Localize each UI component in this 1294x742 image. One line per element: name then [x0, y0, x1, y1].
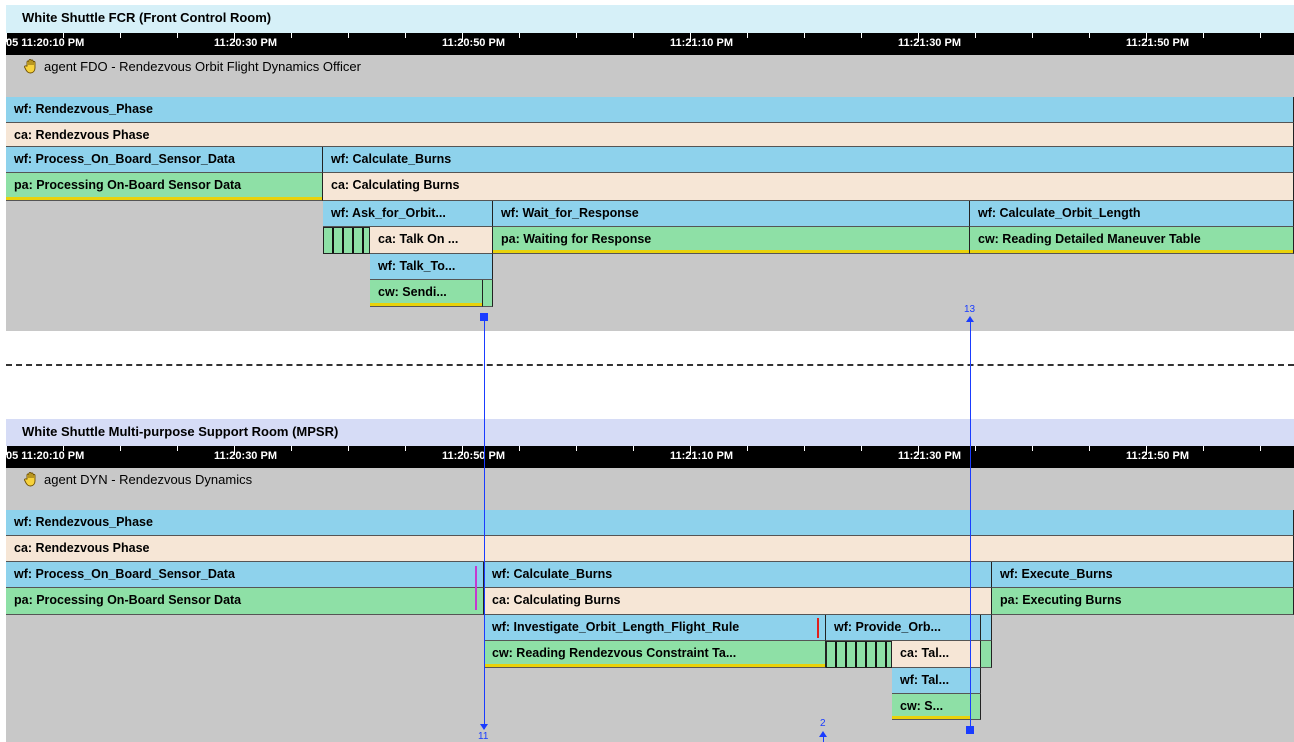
mpsr-tick-label: 11:21:50 PM — [1126, 450, 1189, 462]
fcr-ca-rendezvous-phase[interactable]: ca: Rendezvous Phase — [6, 123, 1294, 147]
mpsr-ca-calculating-burns[interactable]: ca: Calculating Burns — [484, 588, 992, 615]
fcr-communication-ticks — [323, 227, 370, 254]
mpsr-room-title: White Shuttle Multi-purpose Support Room… — [6, 419, 1294, 446]
mpsr-tick-label: 05 11:20:10 PM — [6, 450, 85, 462]
fcr-cw-sending[interactable]: cw: Sendi... — [370, 280, 483, 307]
mpsr-tick-label: 11:21:10 PM — [670, 450, 733, 462]
fcr-cw-sending-tail — [483, 280, 493, 307]
room-divider — [6, 364, 1294, 366]
fcr-wf-process-sensor[interactable]: wf: Process_On_Board_Sensor_Data — [6, 147, 323, 173]
comm-11-line[interactable] — [484, 317, 485, 729]
fcr-tick-label: 05 11:20:10 PM — [6, 37, 85, 49]
fcr-tick-label: 11:21:30 PM — [898, 37, 961, 49]
fcr-tick-label: 11:20:50 PM — [442, 37, 505, 49]
mpsr-ca-rendezvous-phase[interactable]: ca: Rendezvous Phase — [6, 536, 1294, 562]
fcr-room-title: White Shuttle FCR (Front Control Room) — [6, 5, 1294, 33]
fcr-wf-talk-to[interactable]: wf: Talk_To... — [370, 254, 493, 280]
comm-13-arrow — [966, 316, 974, 322]
mpsr-event-marker — [475, 566, 477, 610]
hand-icon — [24, 59, 36, 74]
fcr-agent-name: agent FDO - Rendezvous Orbit Flight Dyna… — [44, 58, 361, 74]
mpsr-wf-provide-tail — [981, 615, 992, 641]
fcr-tick-label: 11:21:10 PM — [670, 37, 733, 49]
fcr-tick-label: 11:20:30 PM — [214, 37, 277, 49]
mpsr-cw-send[interactable]: cw: S... — [892, 694, 971, 720]
mpsr-pa-processing-sensor[interactable]: pa: Processing On-Board Sensor Data — [6, 588, 484, 615]
fcr-agent-row[interactable]: agent FDO - Rendezvous Orbit Flight Dyna… — [6, 55, 906, 77]
mpsr-cw-send-tail — [971, 694, 981, 720]
fcr-ca-calculating-burns[interactable]: ca: Calculating Burns — [323, 173, 1294, 201]
fcr-cw-reading-maneuver-table[interactable]: cw: Reading Detailed Maneuver Table — [970, 227, 1294, 254]
fcr-tick-label: 11:21:50 PM — [1126, 37, 1189, 49]
mpsr-agent-name: agent DYN - Rendezvous Dynamics — [44, 471, 253, 487]
fcr-wf-calculate-orbit-length[interactable]: wf: Calculate_Orbit_Length — [970, 201, 1294, 227]
fcr-time-ruler[interactable]: 05 11:20:10 PM 11:20:30 PM 11:20:50 PM 1… — [6, 33, 1294, 55]
mpsr-agent-row[interactable]: agent DYN - Rendezvous Dynamics — [6, 468, 906, 490]
comm-13-line[interactable] — [970, 320, 971, 728]
mpsr-wf-calculate-burns[interactable]: wf: Calculate_Burns — [484, 562, 992, 588]
mpsr-tick-label: 11:20:30 PM — [214, 450, 277, 462]
fcr-pa-waiting-for-response[interactable]: pa: Waiting for Response — [493, 227, 970, 254]
fcr-wf-wait-for-response[interactable]: wf: Wait_for_Response — [493, 201, 970, 227]
mpsr-wf-rendezvous-phase[interactable]: wf: Rendezvous_Phase — [6, 510, 1294, 536]
fcr-pa-processing-sensor[interactable]: pa: Processing On-Board Sensor Data — [6, 173, 323, 201]
fcr-wf-ask-for-orbit[interactable]: wf: Ask_for_Orbit... — [323, 201, 493, 227]
mpsr-tick-label: 11:21:30 PM — [898, 450, 961, 462]
mpsr-pa-executing-burns[interactable]: pa: Executing Burns — [992, 588, 1294, 615]
fcr-wf-rendezvous-phase[interactable]: wf: Rendezvous_Phase — [6, 97, 1294, 123]
mpsr-wf-execute-burns[interactable]: wf: Execute_Burns — [992, 562, 1294, 588]
mpsr-wf-talk[interactable]: wf: Tal... — [892, 668, 981, 694]
mpsr-communication-ticks — [826, 641, 892, 668]
mpsr-ca-talk-tail — [981, 641, 992, 668]
mpsr-ca-talk[interactable]: ca: Tal... — [892, 641, 981, 668]
comm-2-label: 2 — [820, 718, 826, 729]
fcr-ca-talk-on[interactable]: ca: Talk On ... — [370, 227, 493, 254]
hand-icon — [24, 472, 36, 487]
mpsr-tick-label: 11:20:50 PM — [442, 450, 505, 462]
comm-11-arrow — [480, 724, 488, 730]
fcr-wf-calculate-burns[interactable]: wf: Calculate_Burns — [323, 147, 1294, 173]
mpsr-wf-process-sensor[interactable]: wf: Process_On_Board_Sensor_Data — [6, 562, 484, 588]
comm-2-line[interactable] — [823, 736, 824, 742]
mpsr-event-marker-red — [817, 618, 819, 638]
mpsr-cw-reading-constraint-table[interactable]: cw: Reading Rendezvous Constraint Ta... — [484, 641, 826, 668]
comm-13-label: 13 — [964, 304, 976, 315]
mpsr-time-ruler[interactable]: 05 11:20:10 PM 11:20:30 PM 11:20:50 PM 1… — [6, 446, 1294, 468]
comm-11-label: 11 — [478, 731, 489, 742]
mpsr-wf-investigate-orbit-length[interactable]: wf: Investigate_Orbit_Length_Flight_Rule — [484, 615, 826, 641]
mpsr-wf-provide-orbit[interactable]: wf: Provide_Orb... — [826, 615, 981, 641]
